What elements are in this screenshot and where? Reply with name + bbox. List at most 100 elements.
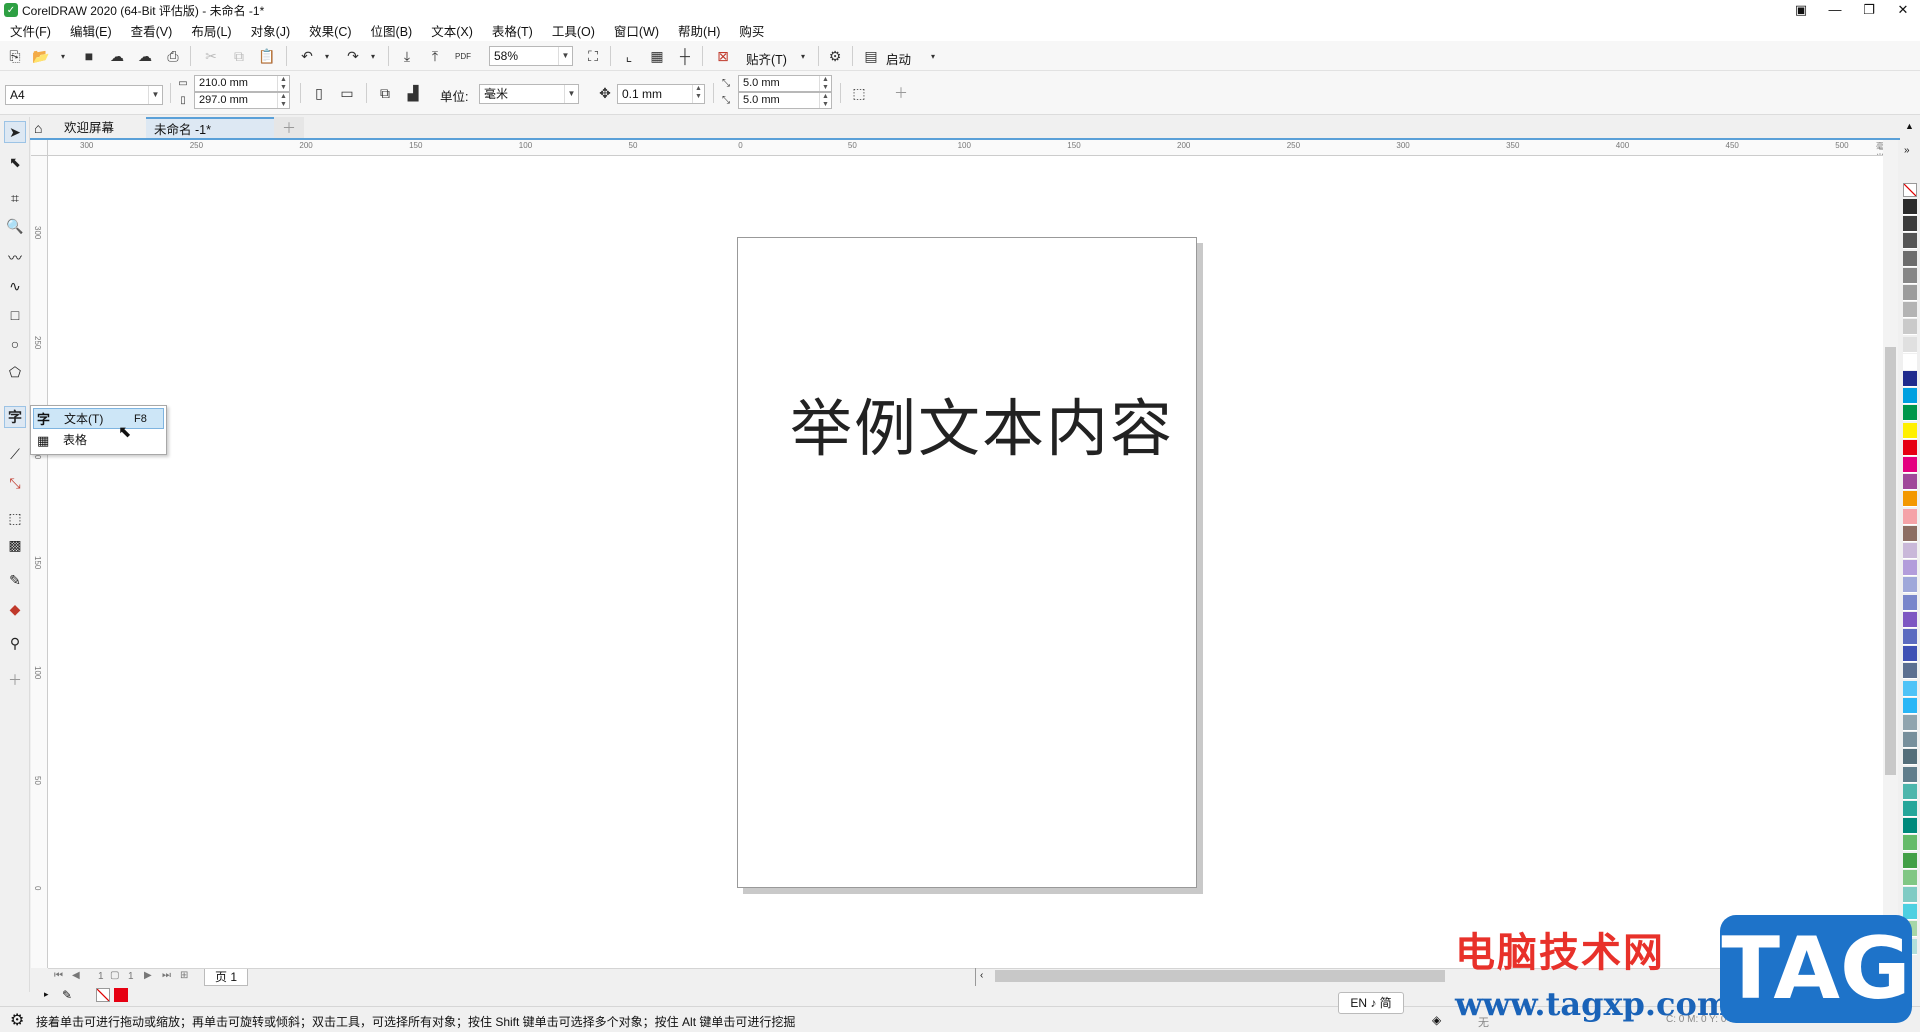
redo-dropdown-icon[interactable]: ▾: [362, 45, 384, 67]
horizontal-ruler[interactable]: 300 250 200 150 100 50 0 50 100 150 200 250 300 350 40…: [48, 140, 1883, 156]
tab-welcome-screen[interactable]: 欢迎屏幕: [56, 117, 122, 139]
launch-dropdown-icon[interactable]: ▾: [922, 45, 944, 67]
minimize-button[interactable]: —: [1818, 0, 1852, 20]
duplicate-y-input[interactable]: 5.0 mm ▲ ▼: [738, 92, 832, 109]
show-grid-icon[interactable]: ▦: [646, 45, 668, 67]
no-color-swatch[interactable]: [96, 988, 110, 1002]
gear-icon[interactable]: ⚙: [10, 1010, 24, 1030]
color-swatch[interactable]: [1903, 560, 1917, 577]
menu-object[interactable]: 对象(J): [251, 21, 291, 40]
dup-y-spinner[interactable]: ▲ ▼: [819, 93, 831, 108]
nudge-distance-input[interactable]: 0.1 mm ▲ ▼: [617, 84, 705, 104]
color-swatch[interactable]: [1903, 543, 1917, 559]
flyout-item-table[interactable]: ▦ 表格: [33, 430, 164, 451]
color-swatch[interactable]: [1903, 457, 1917, 473]
color-swatch[interactable]: [1903, 715, 1917, 731]
color-swatch[interactable]: [1903, 783, 1917, 800]
page-border-icon[interactable]: ⬚: [848, 82, 870, 104]
tab-document[interactable]: 未命名 -1*: [146, 117, 274, 139]
export-icon[interactable]: ⤒: [424, 45, 446, 67]
undo-icon[interactable]: ↶: [296, 45, 318, 67]
menu-table[interactable]: 表格(T): [492, 21, 533, 40]
print-icon[interactable]: ⎙: [162, 45, 184, 67]
color-swatch[interactable]: [1903, 371, 1917, 387]
polygon-tool-icon[interactable]: ⬠: [4, 361, 26, 383]
color-swatch[interactable]: [1903, 250, 1917, 267]
horizontal-scroll-thumb[interactable]: [995, 970, 1445, 982]
color-swatch[interactable]: [1903, 732, 1917, 749]
menu-tools[interactable]: 工具(O): [552, 21, 595, 40]
red-swatch[interactable]: [114, 988, 128, 1002]
color-swatch[interactable]: [1903, 887, 1917, 903]
menu-window[interactable]: 窗口(W): [614, 21, 659, 40]
snap-to-menu[interactable]: 贴齐(T): [746, 49, 787, 68]
text-tool-icon[interactable]: 字: [4, 406, 26, 428]
color-swatch[interactable]: [1903, 267, 1917, 284]
palette-options-icon[interactable]: »: [1904, 145, 1910, 156]
color-swatch[interactable]: [1903, 491, 1917, 508]
dimension-tool-icon[interactable]: ⟋: [4, 443, 26, 465]
chevron-down-icon[interactable]: ▼: [558, 47, 572, 65]
page-width-input[interactable]: 210.0 mm ▲ ▼: [194, 75, 290, 92]
artistic-text-object[interactable]: 举例文本内容: [790, 378, 1174, 468]
color-swatch[interactable]: [1903, 525, 1917, 542]
color-swatch[interactable]: [1903, 611, 1917, 628]
next-page-icon[interactable]: ▶: [144, 970, 152, 981]
color-swatch[interactable]: [1903, 801, 1917, 817]
color-swatch[interactable]: [1903, 216, 1917, 233]
color-swatch[interactable]: [1903, 577, 1917, 594]
new-document-icon[interactable]: ⎘: [4, 45, 26, 67]
portrait-icon[interactable]: ▯: [308, 82, 330, 104]
palette-scroll-up-icon[interactable]: ▲: [1905, 121, 1914, 131]
shape-tool-icon[interactable]: ⬉: [4, 151, 26, 173]
current-page-icon[interactable]: ▟: [402, 82, 424, 104]
color-swatch[interactable]: [1903, 388, 1917, 405]
show-rulers-icon[interactable]: ⌞: [618, 45, 640, 67]
color-swatch[interactable]: [1903, 336, 1917, 353]
menu-buy[interactable]: 购买: [739, 21, 764, 40]
no-color-swatch[interactable]: [1903, 183, 1917, 197]
open-dropdown-icon[interactable]: ▾: [52, 45, 74, 67]
menu-file[interactable]: 文件(F): [10, 21, 51, 40]
account-icon[interactable]: ▣: [1784, 0, 1818, 20]
duplicate-x-input[interactable]: 5.0 mm ▲ ▼: [738, 75, 832, 92]
menu-text[interactable]: 文本(X): [431, 21, 473, 40]
vertical-ruler[interactable]: 300250200150100500: [31, 156, 48, 968]
vertical-scroll-thumb[interactable]: [1885, 347, 1896, 775]
color-swatch[interactable]: [1903, 749, 1917, 766]
height-spinner[interactable]: ▲ ▼: [277, 93, 289, 108]
scroll-left-icon[interactable]: ‹: [980, 970, 983, 981]
pick-tool-icon[interactable]: ➤: [4, 121, 26, 143]
add-tool-icon[interactable]: ＋: [4, 669, 26, 691]
color-swatch[interactable]: [1903, 594, 1917, 611]
color-swatch[interactable]: [1903, 766, 1917, 783]
color-swatch[interactable]: [1903, 508, 1917, 525]
cut-icon[interactable]: ✂: [200, 45, 222, 67]
open-folder-icon[interactable]: 📂: [30, 45, 52, 67]
landscape-icon[interactable]: ▭: [336, 82, 358, 104]
cloud-download-icon[interactable]: ☁: [106, 45, 128, 67]
chevron-down-icon[interactable]: ▼: [148, 86, 162, 104]
full-screen-icon[interactable]: ⛶: [582, 45, 604, 67]
all-pages-icon[interactable]: ⧉: [374, 82, 396, 104]
menu-bitmaps[interactable]: 位图(B): [371, 21, 413, 40]
eyedropper-tool-icon[interactable]: ✎: [4, 569, 26, 591]
nudge-spinner[interactable]: ▲ ▼: [692, 85, 704, 103]
color-swatch[interactable]: [1903, 233, 1917, 250]
artistic-media-icon[interactable]: ∿: [4, 275, 26, 297]
zoom-level-combo[interactable]: 58% ▼: [489, 46, 573, 66]
redo-icon[interactable]: ↷: [342, 45, 364, 67]
ellipse-tool-icon[interactable]: ○: [4, 333, 26, 355]
smart-fill-icon[interactable]: ⚲: [4, 632, 26, 654]
color-swatch[interactable]: [1903, 319, 1917, 336]
color-swatch[interactable]: [1903, 869, 1917, 886]
import-icon[interactable]: ⤓: [396, 45, 418, 67]
envelope-tool-icon[interactable]: ⬚: [4, 507, 26, 529]
color-swatch[interactable]: [1903, 474, 1917, 491]
document-page[interactable]: [737, 237, 1197, 888]
page-height-input[interactable]: 297.0 mm ▲ ▼: [194, 92, 290, 109]
flyout-item-text[interactable]: 字 文本(T) F8: [33, 408, 164, 429]
color-swatch[interactable]: [1903, 646, 1917, 663]
paste-icon[interactable]: 📋: [256, 45, 278, 67]
launch-menu[interactable]: 启动: [886, 49, 911, 68]
